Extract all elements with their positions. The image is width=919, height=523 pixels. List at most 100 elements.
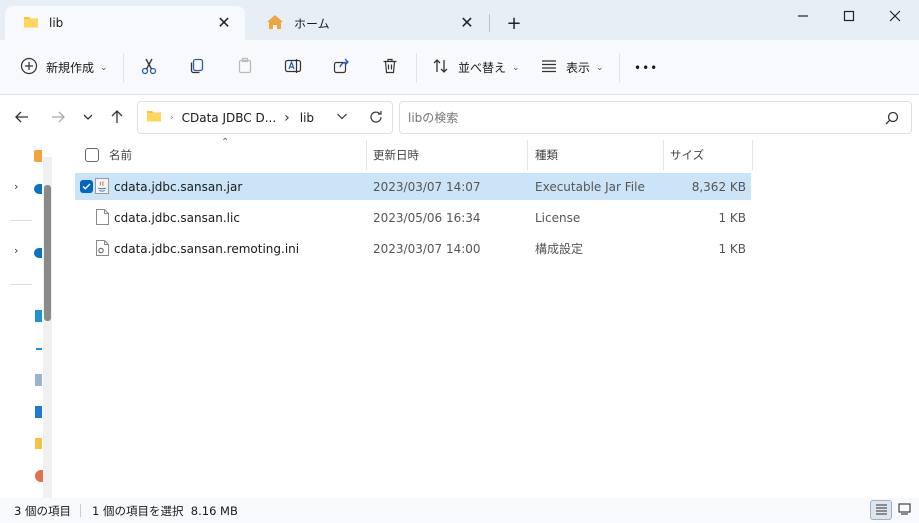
column-header-date[interactable]: 更新日時 [368,140,528,170]
arrow-left-icon [14,109,30,128]
nav-divider [10,220,32,221]
file-type: Executable Jar File [535,179,645,194]
back-button[interactable] [10,106,34,130]
cut-button[interactable] [140,40,158,95]
arrow-up-icon [109,109,125,128]
delete-button[interactable] [381,40,399,95]
pictures-nav-icon[interactable] [35,406,42,418]
forward-button[interactable] [46,106,70,130]
column-header-label: 種類 [535,148,558,162]
column-header-name[interactable]: 名前 [75,140,367,170]
search-box[interactable] [399,101,912,134]
status-divider [80,504,81,517]
home-nav-icon[interactable] [34,150,42,162]
file-size: 1 KB [718,241,746,256]
onedrive-nav-icon[interactable] [34,184,42,194]
file-row[interactable]: cdata.jdbc.sansan.lic 2023/05/06 16:34 L… [75,204,751,231]
new-button[interactable]: 新規作成 ⌄ [20,40,108,95]
view-button[interactable]: 表示 ⌄ [540,40,604,95]
downloads-nav-icon[interactable] [36,344,42,350]
status-bar: 3 個の項目 1 個の項目を選択 8.16 MB [0,498,919,523]
search-icon[interactable] [885,111,899,128]
cloud-nav-icon[interactable] [34,248,42,258]
arrow-right-icon [50,109,66,128]
sort-button-label: 並べ替え [458,61,507,75]
close-button[interactable] [872,2,918,30]
details-view-icon [875,503,888,518]
refresh-icon [368,111,384,128]
close-tab-icon[interactable]: ✕ [458,13,476,32]
column-header-type[interactable]: 種類 [529,140,664,170]
file-size: 8,362 KB [691,179,746,194]
column-header-label: 更新日時 [373,148,419,162]
toolbar-divider [123,53,124,83]
breadcrumb-separator-icon: › [170,112,174,123]
details-view-button[interactable] [870,500,892,520]
selection-info: 1 個の項目を選択 8.16 MB [92,503,238,518]
nav-divider [10,284,32,285]
chevron-down-icon: ⌄ [512,62,520,73]
copy-button[interactable] [188,40,206,95]
file-name: cdata.jdbc.sansan.lic [114,210,240,225]
navigation-row: › CData JDBC D... › lib [0,96,919,140]
videos-nav-icon[interactable] [35,470,43,482]
minimize-button[interactable] [780,2,826,30]
desktop-nav-icon[interactable] [35,310,42,322]
up-button[interactable] [105,106,129,130]
view-button-label: 表示 [566,61,591,75]
share-button[interactable] [332,40,350,95]
tab-lib[interactable]: lib ✕ [5,6,245,40]
nav-pane-scrollbar[interactable] [43,157,52,499]
row-checkbox-checked[interactable] [80,180,93,193]
scrollbar-thumb[interactable] [44,185,51,321]
music-nav-icon[interactable] [35,438,42,449]
breadcrumb-item[interactable]: lib [300,111,314,125]
chevron-down-icon: ⌄ [100,62,108,73]
file-row[interactable]: cdata.jdbc.sansan.jar 2023/03/07 14:07 E… [75,173,751,200]
tab-home[interactable]: ホーム ✕ [248,6,488,40]
file-date: 2023/03/07 14:07 [373,179,481,194]
column-header-label: サイズ [670,148,705,162]
documents-nav-icon[interactable] [35,374,42,386]
file-list: ⌃ 名前 更新日時 種類 サイズ cdata.jdbc.sansan.jar 2… [58,137,919,498]
trash-icon [381,57,399,78]
tab-label: lib [49,16,64,30]
recent-locations-button[interactable] [76,106,100,130]
sort-button[interactable]: 並べ替え ⌄ [432,40,520,95]
column-header-label: 名前 [109,148,132,162]
maximize-button[interactable] [826,2,872,30]
folder-icon [23,15,39,32]
tiles-view-button[interactable] [893,500,915,520]
share-icon [332,57,350,78]
refresh-button[interactable] [368,109,384,128]
column-header-size[interactable]: サイズ [665,140,753,170]
file-type: License [535,210,581,225]
select-all-checkbox[interactable] [85,148,99,162]
paste-button[interactable] [236,40,254,95]
more-label: ••• [634,60,659,75]
address-dropdown-icon[interactable] [336,110,348,125]
file-type: 構成設定 [535,242,584,256]
chevron-down-icon [82,111,94,126]
sort-icon [432,57,450,78]
tab-label: ホーム [294,16,330,31]
rename-button[interactable] [284,40,302,95]
breadcrumb-item[interactable]: CData JDBC D... [182,111,277,125]
new-tab-button[interactable]: + [503,12,525,34]
clipboard-icon [236,57,254,78]
java-jar-icon [95,178,109,197]
command-bar: 新規作成 ⌄ 並べ替え ⌄ 表示 ⌄ ••• [0,40,919,95]
plus-circle-icon [20,57,38,78]
search-input[interactable] [408,110,868,125]
rename-icon [284,57,302,78]
close-tab-icon[interactable]: ✕ [215,13,233,32]
address-bar[interactable]: › CData JDBC D... › lib [137,101,393,134]
expand-chevron-icon[interactable]: › [14,180,18,193]
file-row[interactable]: cdata.jdbc.sansan.remoting.ini 2023/03/0… [75,235,751,262]
more-options-button[interactable]: ••• [634,40,658,95]
expand-chevron-icon[interactable]: › [14,244,18,257]
breadcrumb-chevron-icon[interactable]: › [284,110,290,126]
file-name: cdata.jdbc.sansan.remoting.ini [114,241,300,256]
scissors-icon [140,57,158,78]
tab-divider [489,14,490,32]
